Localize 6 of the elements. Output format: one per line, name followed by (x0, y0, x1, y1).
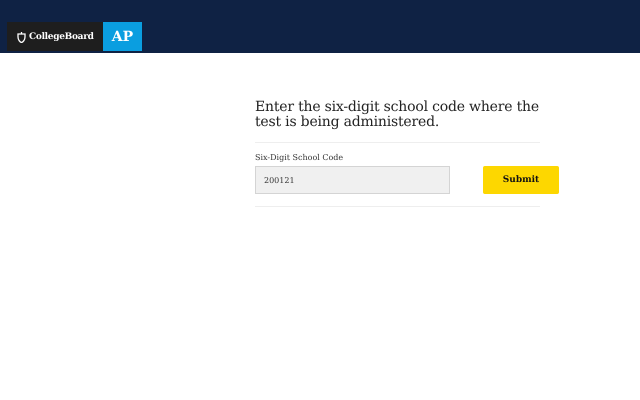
school-code-field[interactable]: 200121 (255, 166, 450, 194)
heading: Enter the six-digit school code where the test is being administered. (255, 100, 540, 130)
submit-button[interactable]: Submit (483, 166, 559, 194)
ap-badge: AP (103, 22, 142, 51)
field-label: Six-Digit School Code (255, 153, 344, 162)
logo-text: CollegeBoard (29, 32, 94, 42)
